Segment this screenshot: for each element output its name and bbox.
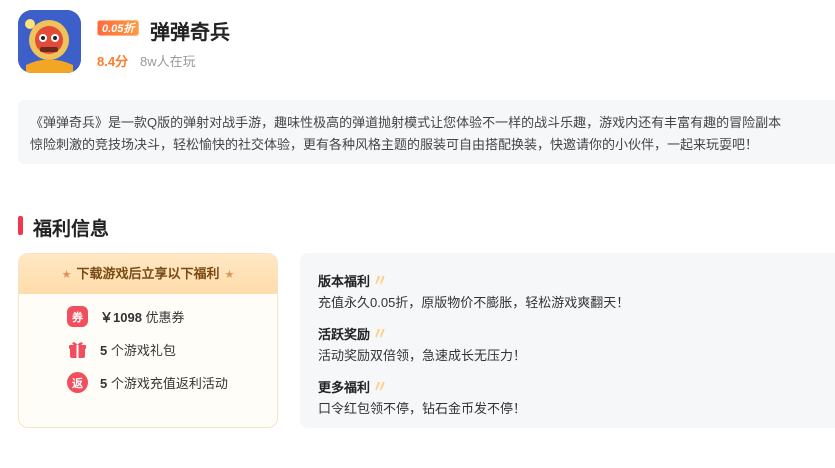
gift-icon	[67, 339, 88, 360]
benefit-title: 活跃奖励〃	[318, 320, 388, 344]
perks-card-header: ★ 下载游戏后立享以下福利 ★	[19, 254, 277, 294]
perk-label: 优惠券	[145, 310, 185, 325]
perk-label: 个游戏充值返利活动	[110, 376, 228, 391]
benefit-text: 充值永久0.05折，原版物价不膨胀，轻松游戏爽翻天！	[318, 295, 630, 310]
game-icon-image	[18, 10, 81, 73]
quote-icon: 〃	[372, 273, 389, 290]
perk-label: 个游戏礼包	[110, 343, 176, 358]
game-description-box: 《弹弹奇兵》是一款Q版的弹射对战手游，趣味性极高的弹道抛射模式让您体验不一样的战…	[18, 100, 835, 164]
perk-amount: 5	[100, 376, 108, 391]
benefit-text: 口令红包领不停，钻石金币发不停！	[318, 401, 527, 416]
benefit-title-label: 版本福利	[318, 274, 371, 289]
benefit-title: 版本福利〃	[318, 267, 388, 291]
star-icon: ★	[224, 269, 235, 281]
rebate-icon: 返	[67, 372, 88, 393]
benefit-title-label: 更多福利	[318, 380, 371, 395]
section-title: 福利信息	[33, 219, 110, 240]
quote-icon: 〃	[372, 379, 389, 396]
player-count: 8w人在玩	[140, 54, 196, 69]
benefit-text: 活动奖励双倍领，急速成长无压力！	[318, 348, 527, 363]
game-description: 《弹弹奇兵》是一款Q版的弹射对战手游，趣味性极高的弹道抛射模式让您体验不一样的战…	[30, 115, 782, 152]
perk-amount: 5	[100, 343, 108, 358]
section-accent-bar	[18, 216, 23, 235]
quote-icon: 〃	[372, 326, 389, 343]
perk-amount: ￥1098	[100, 310, 142, 325]
star-icon: ★	[61, 269, 72, 281]
perks-card-header-label: 下载游戏后立享以下福利	[76, 266, 220, 281]
discount-badge: 0.05折	[97, 20, 140, 36]
perk-item-rebate: 返 5 个游戏充值返利活动	[67, 372, 228, 393]
coupon-icon: 券	[67, 306, 88, 327]
benefit-title: 更多福利〃	[318, 373, 388, 397]
benefits-panel: 版本福利〃 充值永久0.05折，原版物价不膨胀，轻松游戏爽翻天！ 活跃奖励〃 活…	[300, 253, 835, 428]
benefit-title-label: 活跃奖励	[318, 327, 371, 342]
perk-item-coupon: 券 ￥1098 优惠券	[67, 306, 185, 327]
download-perks-card: ★ 下载游戏后立享以下福利 ★ 券 ￥1098 优惠券 5 个游戏礼包 返 5 个游…	[18, 253, 278, 428]
game-score: 8.4分	[97, 54, 129, 69]
perk-item-gift: 5 个游戏礼包	[67, 339, 176, 360]
game-title: 弹弹奇兵	[150, 22, 230, 44]
